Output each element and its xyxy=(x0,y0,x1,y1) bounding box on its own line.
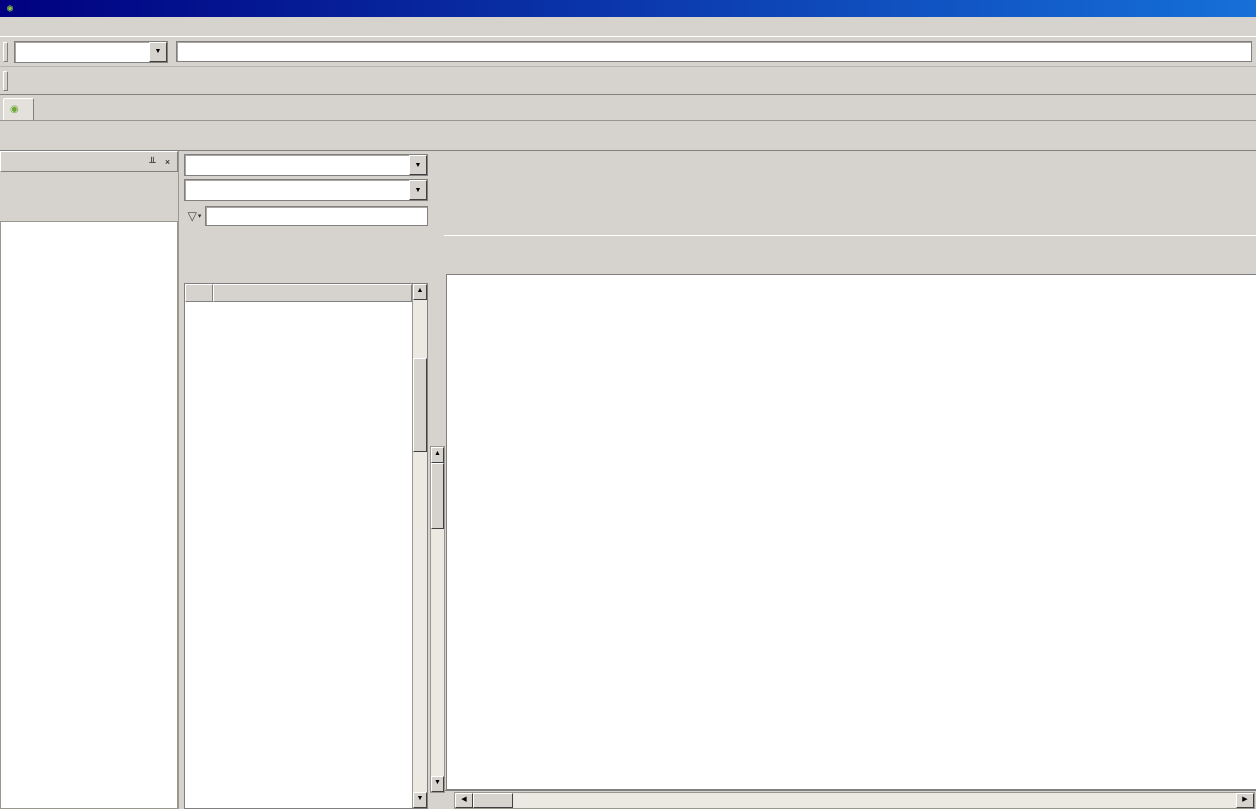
project-manager-toolbar xyxy=(0,172,178,198)
schema-value xyxy=(185,155,409,175)
grid-navigator-bar: ◀ ▶ xyxy=(444,790,1256,809)
toad-window: ◉ ▼ ◉ ╨ × xyxy=(0,0,1256,809)
object-detail-panel: ◀ ▶ xyxy=(444,151,1256,809)
table-column-header[interactable] xyxy=(213,284,412,302)
chevron-down-icon[interactable]: ▼ xyxy=(409,155,427,175)
object-type-value xyxy=(185,180,409,200)
secondary-toolbar xyxy=(0,67,1256,95)
scroll-down-icon[interactable]: ▼ xyxy=(431,776,444,792)
menu-bar xyxy=(0,17,1256,37)
document-tab-bar xyxy=(0,121,1256,151)
grid-header-row xyxy=(447,275,1256,294)
funnel-icon: ▽ xyxy=(188,210,197,222)
main-area: ╨ × ▼ ▼ ▽ ▾ xyxy=(0,151,1256,809)
table-list-scrollbar[interactable]: ▲ ▼ xyxy=(412,284,427,808)
scroll-right-icon[interactable]: ▶ xyxy=(1236,793,1254,808)
scroll-thumb[interactable] xyxy=(473,793,513,808)
detail-tab-bar xyxy=(444,212,1256,235)
scroll-track[interactable] xyxy=(431,529,444,776)
object-list: ▲ ▼ xyxy=(184,283,428,809)
scroll-track[interactable] xyxy=(413,452,427,792)
main-toolbar: ▼ xyxy=(0,37,1256,67)
quick-filter-icon[interactable]: ▽ ▾ xyxy=(184,206,205,227)
scroll-thumb[interactable] xyxy=(431,463,444,529)
app-icon: ◉ xyxy=(3,3,17,14)
browser-nav-toolbar xyxy=(444,151,1256,179)
close-icon[interactable]: × xyxy=(160,155,175,169)
scroll-up-icon[interactable]: ▲ xyxy=(431,447,444,463)
chevron-down-icon: ▾ xyxy=(198,212,202,220)
object-list-header xyxy=(185,284,412,302)
jump-to-input[interactable] xyxy=(176,41,1252,62)
object-info-line xyxy=(444,179,1256,196)
object-filter-input[interactable] xyxy=(205,206,428,226)
chevron-down-icon[interactable]: ▼ xyxy=(149,42,167,62)
img-column-header[interactable] xyxy=(185,284,213,302)
object-list-main xyxy=(185,284,412,808)
object-filter-row: ▽ ▾ xyxy=(184,204,430,228)
workspace-select[interactable]: ▼ xyxy=(14,41,168,63)
data-grid xyxy=(446,274,1256,790)
toolbar-grip xyxy=(3,42,8,62)
data-grid-toolbar xyxy=(444,235,1256,274)
project-tree xyxy=(0,222,178,809)
scroll-track[interactable] xyxy=(513,793,1236,808)
object-type-select[interactable]: ▼ xyxy=(184,179,428,201)
table-list xyxy=(185,302,412,808)
primary-key-line xyxy=(444,196,1256,212)
grid-vertical-scrollbar[interactable]: ▲ ▼ xyxy=(430,446,445,793)
toolbar-grip xyxy=(3,71,8,91)
schema-select[interactable]: ▼ xyxy=(184,154,428,176)
title-bar: ◉ xyxy=(0,0,1256,17)
scroll-up-icon[interactable]: ▲ xyxy=(413,284,427,300)
object-list-toolbar-2 xyxy=(184,256,430,283)
grid-body xyxy=(447,294,1256,789)
panel-splitter[interactable]: ▲ ▼ xyxy=(430,151,444,809)
toad-connection-icon: ◉ xyxy=(10,104,19,115)
workspace-value xyxy=(15,42,149,62)
scroll-down-icon[interactable]: ▼ xyxy=(413,792,427,808)
project-manager-header: ╨ × xyxy=(0,151,178,172)
project-manager-panel: ╨ × xyxy=(0,151,179,809)
pin-icon[interactable]: ╨ xyxy=(145,155,160,169)
scroll-left-icon[interactable]: ◀ xyxy=(455,793,473,808)
object-list-toolbar-1 xyxy=(184,229,430,256)
connection-tab-bar: ◉ xyxy=(0,95,1256,121)
scroll-thumb[interactable] xyxy=(413,358,427,452)
connection-tab[interactable]: ◉ xyxy=(3,98,34,120)
project-manager-tabs xyxy=(0,198,178,222)
grid-horizontal-scrollbar[interactable]: ◀ ▶ xyxy=(454,792,1255,809)
chevron-down-icon[interactable]: ▼ xyxy=(409,180,427,200)
schema-browser-panel: ▼ ▼ ▽ ▾ xyxy=(179,151,430,809)
